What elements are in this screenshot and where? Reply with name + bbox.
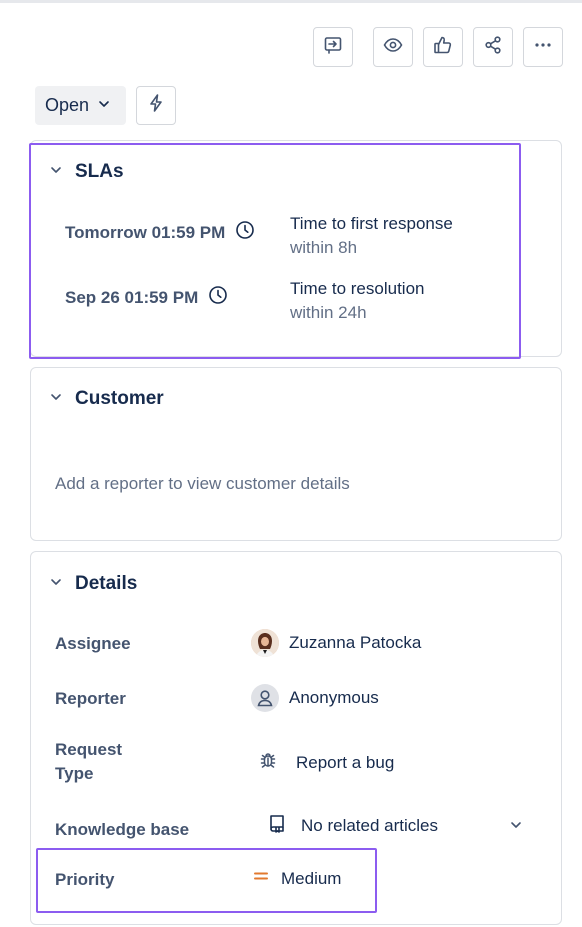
thumbs-up-icon <box>433 35 453 60</box>
chevron-down-icon <box>97 95 111 116</box>
share-icon <box>483 35 503 60</box>
reporter-name: Anonymous <box>289 688 379 707</box>
knowledge-base-label: Knowledge base <box>55 820 190 839</box>
anonymous-user-icon <box>251 684 279 712</box>
clock-icon <box>208 285 228 310</box>
assignee-name: Zuzanna Patocka <box>289 633 422 652</box>
customer-empty-text: Add a reporter to view customer details <box>55 474 350 493</box>
sla-resolution-due: Sep 26 01:59 PM <box>65 285 228 310</box>
reporter-field[interactable]: Anonymous <box>251 684 379 712</box>
assignee-field[interactable]: Zuzanna Patocka <box>251 629 421 657</box>
priority-highlight-box <box>36 848 377 913</box>
more-actions-button[interactable] <box>523 27 563 67</box>
watch-eye-icon <box>383 35 403 60</box>
chevron-down-icon <box>509 819 523 836</box>
top-divider <box>0 0 582 3</box>
lightning-bolt-icon <box>146 93 166 118</box>
automation-button[interactable] <box>136 86 176 125</box>
knowledge-base-value: No related articles <box>301 815 439 835</box>
vote-button[interactable] <box>423 27 463 67</box>
sla-resolution-goal: Time to resolution within 24h <box>290 277 424 325</box>
request-type-label-line1: Request <box>55 740 123 759</box>
assignee-label: Assignee <box>55 634 131 653</box>
share-button[interactable] <box>473 27 513 67</box>
avatar <box>251 629 279 657</box>
customer-title: Customer <box>75 388 164 409</box>
sla-due-text: Sep 26 01:59 PM <box>65 287 199 307</box>
chevron-down-icon <box>49 388 63 410</box>
book-icon <box>267 813 287 838</box>
customer-panel-header[interactable]: Customer <box>49 388 164 410</box>
details-title: Details <box>75 573 138 594</box>
more-icon <box>533 35 553 60</box>
details-panel-header[interactable]: Details <box>49 573 137 595</box>
clock-icon <box>235 220 255 245</box>
sla-goal-within: within 24h <box>290 303 367 322</box>
knowledge-base-expand[interactable] <box>509 818 523 837</box>
knowledge-base-field[interactable]: No related articles <box>267 813 438 838</box>
sla-first-response-due: Tomorrow 01:59 PM <box>65 220 255 245</box>
sla-goal-within: within 8h <box>290 238 358 257</box>
feedback-button[interactable] <box>313 27 353 67</box>
bug-icon <box>258 750 278 775</box>
request-type-field[interactable]: Report a bug <box>258 750 394 775</box>
request-type-label: Request Type <box>55 738 122 786</box>
status-label: Open <box>45 95 90 115</box>
request-type-label-line2: Type <box>55 764 94 783</box>
status-dropdown[interactable]: Open <box>35 86 126 125</box>
watch-button[interactable] <box>373 27 413 67</box>
sla-first-response-goal: Time to first response within 8h <box>290 212 453 260</box>
reporter-label: Reporter <box>55 689 126 708</box>
chevron-down-icon <box>49 573 63 595</box>
sla-due-text: Tomorrow 01:59 PM <box>65 222 226 242</box>
sla-goal-name: Time to resolution <box>290 279 425 298</box>
request-type-value: Report a bug <box>296 752 395 772</box>
sla-goal-name: Time to first response <box>290 214 453 233</box>
customer-panel: Customer Add a reporter to view customer… <box>30 367 562 541</box>
feedback-icon <box>323 35 343 60</box>
